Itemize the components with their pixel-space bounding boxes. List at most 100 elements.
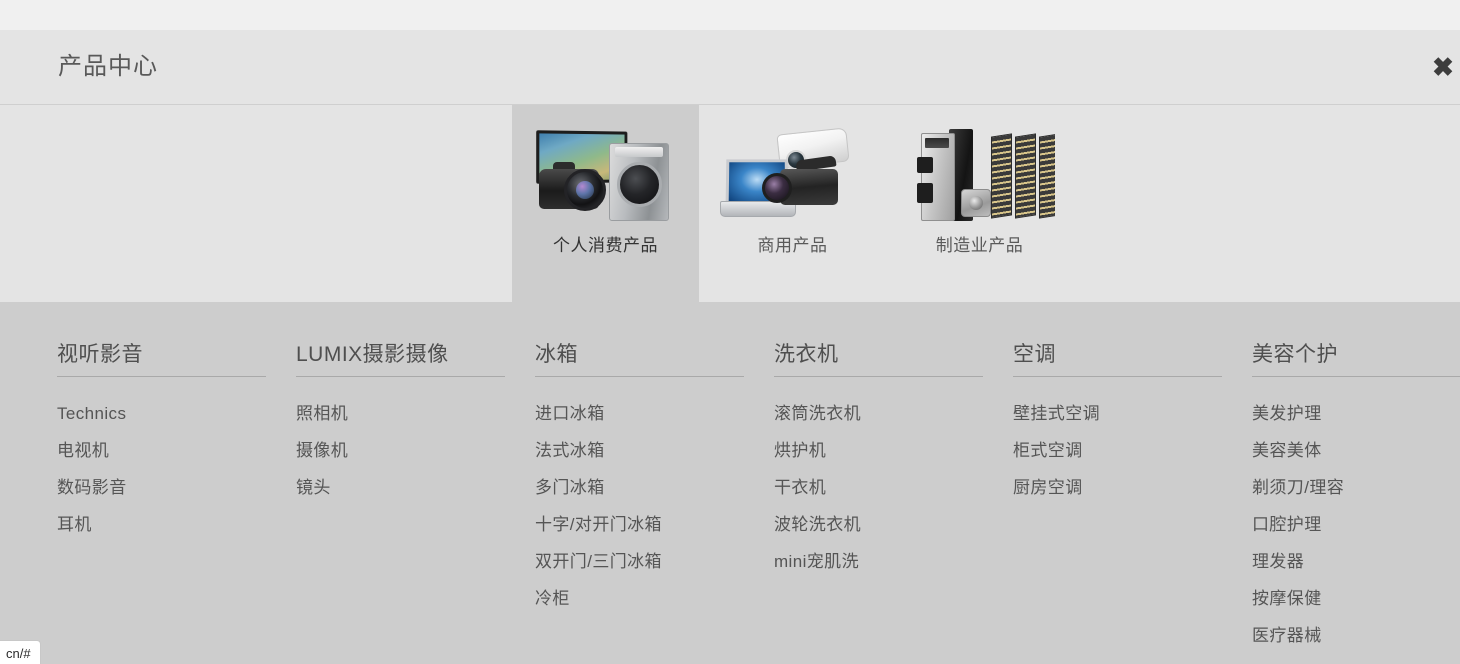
category-link[interactable]: 摄像机: [296, 432, 535, 469]
list-item: 数码影音: [57, 469, 296, 506]
category-link[interactable]: 理发器: [1252, 543, 1460, 580]
list-item: 摄像机: [296, 432, 535, 469]
tab-label: 制造业产品: [935, 236, 1024, 255]
list-item: 波轮洗衣机: [774, 506, 1013, 543]
category-link[interactable]: Technics: [57, 395, 296, 432]
list-item: 法式冰箱: [535, 432, 774, 469]
close-icon[interactable]: ✖: [1426, 50, 1460, 84]
list-item: 厨房空调: [1013, 469, 1252, 506]
screen: 产品中心 ✖ 个人消费产品 商用产品 制造业产品 视听影音 Technics 电…: [0, 0, 1460, 664]
category-heading: LUMIX摄影摄像: [296, 344, 505, 377]
category-grid: 视听影音 Technics 电视机 数码影音 耳机 LUMIX摄影摄像 照相机 …: [0, 302, 1460, 664]
category-link-list: 壁挂式空调 柜式空调 厨房空调: [1013, 395, 1252, 506]
category-link[interactable]: 双开门/三门冰箱: [535, 543, 774, 580]
category-link[interactable]: 法式冰箱: [535, 432, 774, 469]
list-item: 理发器: [1252, 543, 1460, 580]
category-link[interactable]: 干衣机: [774, 469, 1013, 506]
list-item: 冷柜: [535, 580, 774, 617]
category-link[interactable]: 口腔护理: [1252, 506, 1460, 543]
category-link[interactable]: 冷柜: [535, 580, 774, 617]
category-link-list: 照相机 摄像机 镜头: [296, 395, 535, 506]
category-heading: 洗衣机: [774, 344, 983, 377]
tab-label: 个人消费产品: [553, 236, 658, 255]
category-link-list: 滚筒洗衣机 烘护机 干衣机 波轮洗衣机 mini宠肌洗: [774, 395, 1013, 580]
drive-connector-icon: [916, 183, 933, 203]
list-item: 壁挂式空调: [1013, 395, 1252, 432]
category-link[interactable]: 照相机: [296, 395, 535, 432]
list-item: 干衣机: [774, 469, 1013, 506]
page-title: 产品中心: [58, 53, 158, 80]
list-item: 医疗器械: [1252, 617, 1460, 654]
category-column-lumix: LUMIX摄影摄像 照相机 摄像机 镜头: [296, 344, 535, 506]
list-item: 十字/对开门冰箱: [535, 506, 774, 543]
category-column-beauty-personal-care: 美容个护 美发护理 美容美体 剃须刀/理容 口腔护理 理发器 按摩保健 医疗器械: [1252, 344, 1460, 654]
list-item: 柜式空调: [1013, 432, 1252, 469]
category-link[interactable]: 壁挂式空调: [1013, 395, 1252, 432]
category-link[interactable]: 医疗器械: [1252, 617, 1460, 654]
category-link[interactable]: 电视机: [57, 432, 296, 469]
tab-business-products[interactable]: 商用产品: [699, 105, 886, 302]
product-center-overlay: 产品中心 ✖ 个人消费产品 商用产品 制造业产品 视听影音 Technics 电…: [0, 30, 1460, 664]
consumer-products-image: [531, 117, 681, 229]
list-item: 电视机: [57, 432, 296, 469]
camcorder-lens-icon: [761, 173, 792, 203]
list-item: 多门冰箱: [535, 469, 774, 506]
list-item: Technics: [57, 395, 296, 432]
category-link[interactable]: 镜头: [296, 469, 535, 506]
product-category-tabs: 个人消费产品 商用产品 制造业产品: [0, 105, 1460, 302]
category-link[interactable]: 美发护理: [1252, 395, 1460, 432]
tab-label: 商用产品: [757, 236, 828, 255]
category-link[interactable]: 按摩保健: [1252, 580, 1460, 617]
list-item: mini宠肌洗: [774, 543, 1013, 580]
category-link-list: 美发护理 美容美体 剃须刀/理容 口腔护理 理发器 按摩保健 医疗器械: [1252, 395, 1460, 654]
category-link[interactable]: 耳机: [57, 506, 296, 543]
category-heading: 空调: [1013, 344, 1222, 377]
list-item: 按摩保健: [1252, 580, 1460, 617]
heatsink-icon: [1014, 133, 1036, 219]
category-column-air-conditioner: 空调 壁挂式空调 柜式空调 厨房空调: [1013, 344, 1252, 506]
category-link[interactable]: 剃须刀/理容: [1252, 469, 1460, 506]
heatsink-icon: [990, 133, 1012, 219]
category-column-washing-machine: 洗衣机 滚筒洗衣机 烘护机 干衣机 波轮洗衣机 mini宠肌洗: [774, 344, 1013, 580]
category-link[interactable]: 柜式空调: [1013, 432, 1252, 469]
category-link[interactable]: mini宠肌洗: [774, 543, 1013, 580]
list-item: 美发护理: [1252, 395, 1460, 432]
category-link[interactable]: 烘护机: [774, 432, 1013, 469]
drive-display-icon: [924, 138, 949, 148]
category-column-refrigerator: 冰箱 进口冰箱 法式冰箱 多门冰箱 十字/对开门冰箱 双开门/三门冰箱 冷柜: [535, 344, 774, 617]
category-link[interactable]: 美容美体: [1252, 432, 1460, 469]
manufacturing-products-image: [905, 117, 1055, 229]
category-link[interactable]: 数码影音: [57, 469, 296, 506]
category-link[interactable]: 波轮洗衣机: [774, 506, 1013, 543]
category-link-list: Technics 电视机 数码影音 耳机: [57, 395, 296, 543]
panel-header: 产品中心 ✖: [0, 30, 1460, 105]
category-link-list: 进口冰箱 法式冰箱 多门冰箱 十字/对开门冰箱 双开门/三门冰箱 冷柜: [535, 395, 774, 617]
list-item: 美容美体: [1252, 432, 1460, 469]
washer-panel-icon: [614, 147, 663, 157]
category-link[interactable]: 多门冰箱: [535, 469, 774, 506]
list-item: 双开门/三门冰箱: [535, 543, 774, 580]
list-item: 滚筒洗衣机: [774, 395, 1013, 432]
list-item: 口腔护理: [1252, 506, 1460, 543]
tab-manufacturing-products[interactable]: 制造业产品: [886, 105, 1073, 302]
list-item: 剃须刀/理容: [1252, 469, 1460, 506]
list-item: 照相机: [296, 395, 535, 432]
heatsink-icon: [1038, 133, 1055, 219]
list-item: 进口冰箱: [535, 395, 774, 432]
tab-personal-consumer-products[interactable]: 个人消费产品: [512, 105, 699, 302]
category-link[interactable]: 进口冰箱: [535, 395, 774, 432]
category-heading: 冰箱: [535, 344, 744, 377]
business-products-image: [718, 117, 868, 229]
motor-shaft-icon: [968, 196, 983, 210]
drive-connector-icon: [916, 157, 933, 173]
washer-door-icon: [616, 162, 662, 207]
list-item: 烘护机: [774, 432, 1013, 469]
category-link[interactable]: 厨房空调: [1013, 469, 1252, 506]
category-heading: 美容个护: [1252, 344, 1460, 377]
category-link[interactable]: 滚筒洗衣机: [774, 395, 1013, 432]
category-link[interactable]: 十字/对开门冰箱: [535, 506, 774, 543]
list-item: 耳机: [57, 506, 296, 543]
list-item: 镜头: [296, 469, 535, 506]
status-bar-link-preview: cn/#: [0, 640, 41, 664]
lens-glass-icon: [575, 181, 594, 199]
